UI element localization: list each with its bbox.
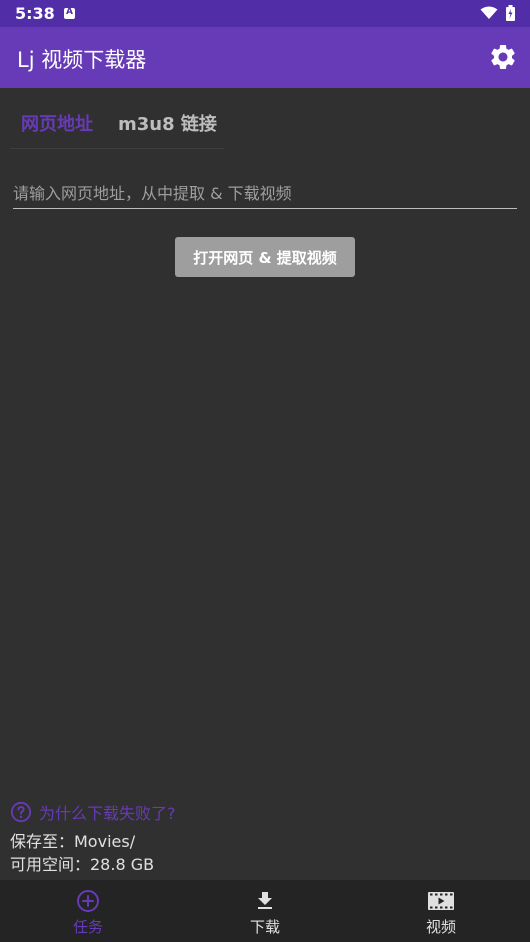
add-circle-icon <box>77 890 99 912</box>
video-film-icon <box>428 892 454 910</box>
nav-label-videos: 视频 <box>425 918 456 936</box>
save-path-text: 保存至：Movies/ <box>10 832 136 851</box>
help-link[interactable]: 为什么下载失败了? <box>10 800 176 824</box>
source-tabs: 网页地址 m3u8 链接 <box>10 96 224 149</box>
free-space-text: 可用空间：28.8 GB <box>10 855 155 874</box>
extract-video-button[interactable]: 打开网页 & 提取视频 <box>175 237 355 277</box>
help-circle-icon <box>10 801 32 823</box>
nav-label-download: 下载 <box>249 918 280 936</box>
status-time: 5:38 <box>15 4 55 23</box>
bottom-navigation: 任务 下载 视频 <box>0 880 530 942</box>
nav-label-tasks: 任务 <box>72 918 103 936</box>
notification-icon <box>64 7 75 19</box>
status-bar: 5:38 <box>0 0 530 27</box>
nav-item-videos[interactable]: 视频 <box>353 880 529 942</box>
wifi-icon <box>480 6 498 19</box>
url-input[interactable] <box>13 178 517 209</box>
battery-icon <box>506 5 515 21</box>
app-bar: Lj 视频下载器 <box>0 27 530 88</box>
settings-gear-icon[interactable] <box>488 42 518 72</box>
help-link-label: 为什么下载失败了? <box>39 804 176 823</box>
nav-item-tasks[interactable]: 任务 <box>0 880 176 942</box>
tab-m3u8-link[interactable]: m3u8 链接 <box>118 110 217 136</box>
app-screen: 5:38 Lj 视频下载器 网页地址 m3u8 链接 打开网页 & 提取视频 为… <box>0 0 530 942</box>
nav-item-download[interactable]: 下载 <box>177 880 353 942</box>
tab-web-address[interactable]: 网页地址 <box>21 110 93 136</box>
app-title: Lj 视频下载器 <box>17 48 147 72</box>
download-icon <box>258 892 272 909</box>
